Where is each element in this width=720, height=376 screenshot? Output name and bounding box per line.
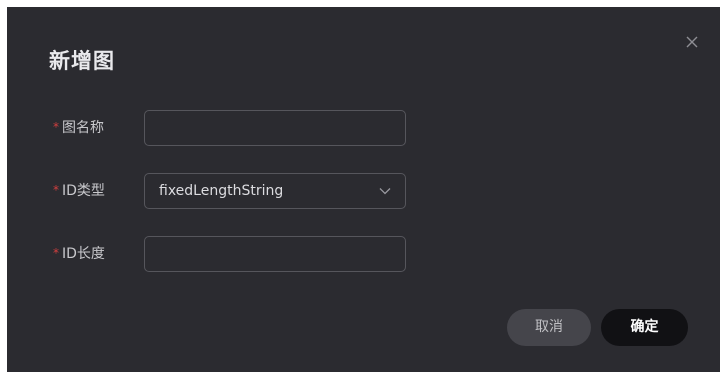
id-length-label-text: ID长度 [62,246,105,262]
close-icon[interactable] [684,34,700,50]
confirm-button[interactable]: 确定 [601,309,688,346]
form-row-name: * 图名称 [7,110,427,146]
id-type-label: * ID类型 [53,173,105,209]
name-label-text: 图名称 [62,120,104,136]
id-type-selected-value: fixedLengthString [159,183,284,199]
new-graph-dialog: 新增图 * 图名称 * ID类型 fixedLengthString * ID长度 取… [7,7,720,372]
form-row-id-length: * ID长度 [7,236,427,272]
required-mark: * [53,120,59,134]
id-length-input[interactable] [144,236,406,272]
name-label: * 图名称 [53,110,104,146]
chevron-down-icon [379,187,391,195]
id-length-label: * ID长度 [53,236,105,272]
dialog-title: 新增图 [49,49,115,73]
id-type-select[interactable]: fixedLengthString [144,173,406,209]
graph-name-input[interactable] [144,110,406,146]
required-mark: * [53,183,59,197]
required-mark: * [53,246,59,260]
cancel-button[interactable]: 取消 [507,309,591,346]
form-row-id-type: * ID类型 fixedLengthString [7,173,427,209]
id-type-label-text: ID类型 [62,183,105,199]
